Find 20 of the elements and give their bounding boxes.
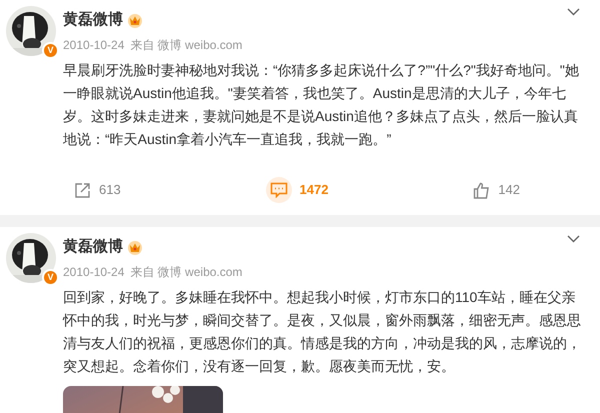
post-date: 2010-10-24 <box>63 264 124 280</box>
share-icon <box>74 182 91 198</box>
post-source: 来自 微博 weibo.com <box>130 37 242 53</box>
post-source: 来自 微博 weibo.com <box>130 264 242 280</box>
crown-icon <box>127 12 143 28</box>
like-button[interactable]: 142 <box>371 177 520 203</box>
verified-badge: V <box>42 42 59 59</box>
comment-button[interactable]: 1472 <box>222 177 372 203</box>
chevron-down-icon[interactable] <box>567 8 580 16</box>
chevron-down-icon[interactable] <box>567 235 580 243</box>
comment-icon <box>270 182 288 198</box>
crown-icon <box>127 240 143 254</box>
post-text: 回到家，好晚了。多妹睡在我怀中。想起我小时候，灯市东口的110车站，睡在父亲怀中的我，时光与梦，瞬间交替了。是夜，又似晨，窗外雨飘落，细密无声。感恩思清与友人们的祝福，更感恩你们的真。情感是我的方向，冲动是我的风，志摩说的，突又想起。念着你们，没有逐一回复，歉。愿夜美而无忧，安。 <box>63 288 582 376</box>
thumbs-up-icon <box>473 182 490 198</box>
repost-button[interactable]: 613 <box>74 177 223 203</box>
author-name[interactable]: 黄磊微博 <box>63 10 123 30</box>
post-text: 早晨刷牙洗脸时妻神秘地对我说：“你猜多多起床说什么了?”"什么?"我好奇地问。"她一睁眼就说Austin他追我。"妻笑着答，我也笑了。Austin是思清的大儿子，今年七岁。这时多妹走进来，妻就问她是不是说Austin追他？多妹点了点头，然后一脸认真地说：“昨天Austin拿着小汽车一直追我，我就一跑。” <box>63 61 580 149</box>
verified-badge: V <box>42 269 59 286</box>
post-date: 2010-10-24 <box>63 37 124 53</box>
author-name[interactable]: 黄磊微博 <box>63 237 123 257</box>
